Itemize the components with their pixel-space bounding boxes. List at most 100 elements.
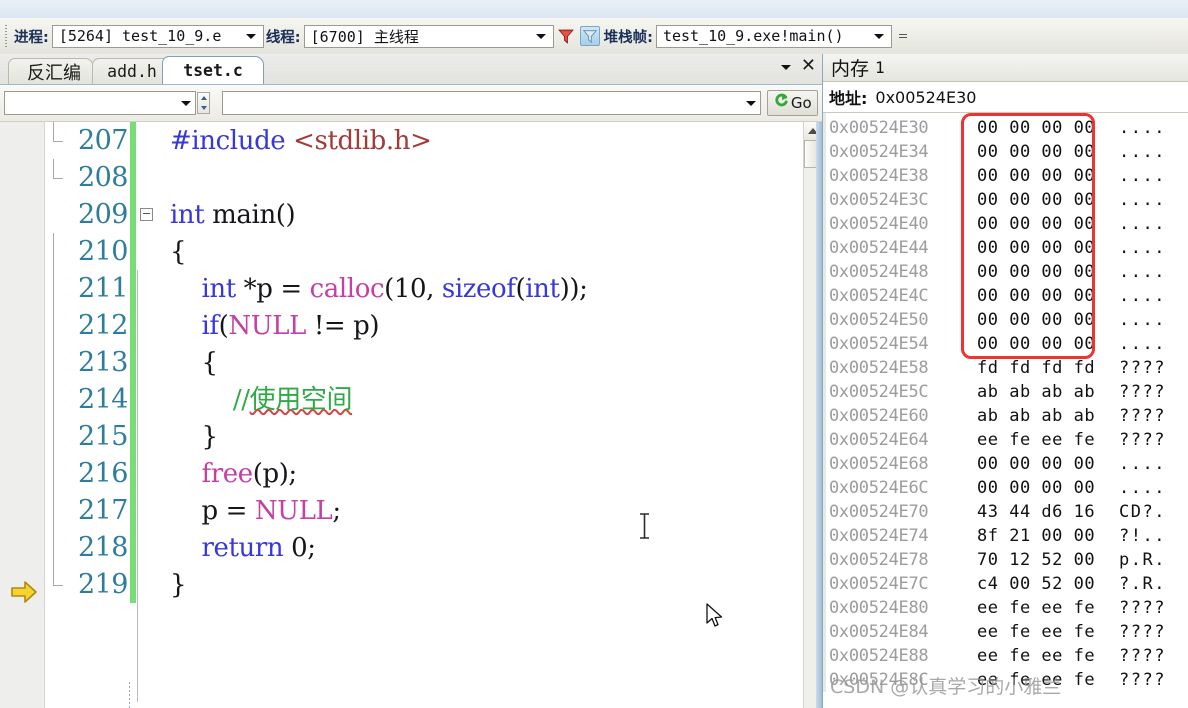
stackframe-label: 堆栈帧: bbox=[603, 29, 653, 46]
memory-ascii: .... bbox=[1119, 190, 1166, 210]
memory-row[interactable]: 0x00524E88 ee fe ee fe???? bbox=[823, 644, 1188, 668]
memory-address: 0x00524E84 bbox=[829, 622, 929, 642]
memory-row[interactable]: 0x00524E30 00 00 00 00.... bbox=[823, 116, 1188, 140]
memory-address: 0x00524E5C bbox=[829, 382, 929, 402]
memory-bytes: 43 44 d6 16 bbox=[977, 502, 1096, 522]
line-number: 210 bbox=[77, 236, 129, 267]
thread-combobox[interactable]: [6700] 主线程 bbox=[303, 24, 554, 48]
memory-bytes: 00 00 00 00 bbox=[977, 214, 1096, 234]
code-line[interactable]: 216 free(p); bbox=[44, 455, 790, 492]
code-line[interactable]: 213 { bbox=[44, 344, 790, 381]
memory-row[interactable]: 0x00524E84 ee fe ee fe???? bbox=[823, 620, 1188, 644]
change-bar bbox=[130, 159, 136, 196]
funnel-red-icon[interactable] bbox=[556, 26, 576, 46]
memory-address: 0x00524E70 bbox=[829, 502, 929, 522]
memory-bytes: 00 00 00 00 bbox=[977, 454, 1096, 474]
memory-ascii: .... bbox=[1119, 334, 1166, 354]
memory-ascii: .... bbox=[1119, 238, 1166, 258]
code-line[interactable]: 210 { bbox=[44, 233, 790, 270]
member-dropdown-arrow[interactable] bbox=[742, 100, 760, 106]
memory-row[interactable]: 0x00524E70 43 44 d6 16 CD?. bbox=[823, 500, 1188, 524]
memory-row[interactable]: 0x00524E50 00 00 00 00.... bbox=[823, 308, 1188, 332]
tab-tset-c[interactable]: tset.c bbox=[162, 56, 264, 84]
member-combobox[interactable] bbox=[222, 91, 761, 115]
scope-combobox[interactable] bbox=[4, 91, 196, 115]
change-bar bbox=[130, 492, 136, 529]
chevron-down-icon[interactable] bbox=[780, 57, 791, 75]
memory-address: 0x00524E6C bbox=[829, 478, 929, 498]
memory-ascii: .... bbox=[1119, 166, 1166, 186]
memory-row[interactable]: 0x00524E60 ab ab ab ab???? bbox=[823, 404, 1188, 428]
memory-row[interactable]: 0x00524E4C 00 00 00 00.... bbox=[823, 284, 1188, 308]
memory-address: 0x00524E38 bbox=[829, 166, 929, 186]
memory-row[interactable]: 0x00524E58 fd fd fd fd???? bbox=[823, 356, 1188, 380]
toolbar-gripper[interactable] bbox=[3, 25, 10, 47]
memory-row[interactable]: 0x00524E64 ee fe ee fe???? bbox=[823, 428, 1188, 452]
code-line[interactable]: 214 //使用空间 bbox=[44, 381, 790, 418]
memory-row[interactable]: 0x00524E80 ee fe ee fe???? bbox=[823, 596, 1188, 620]
memory-row[interactable]: 0x00524E8C ee fe ee fe???? bbox=[823, 668, 1188, 692]
toolbar-overflow-icon[interactable] bbox=[898, 34, 908, 38]
code-line[interactable]: 212 if(NULL != p) bbox=[44, 307, 790, 344]
memory-row[interactable]: 0x00524E48 00 00 00 00.... bbox=[823, 260, 1188, 284]
scope-dropdown-arrow[interactable] bbox=[177, 100, 195, 106]
memory-bytes: 00 00 00 00 bbox=[977, 190, 1096, 210]
stackframe-dropdown-arrow[interactable] bbox=[871, 26, 887, 47]
spinner-down-icon[interactable] bbox=[198, 103, 210, 113]
memory-row[interactable]: 0x00524E3C 00 00 00 00.... bbox=[823, 188, 1188, 212]
code-line[interactable]: 215 } bbox=[44, 418, 790, 455]
memory-row[interactable]: 0x00524E54 00 00 00 00.... bbox=[823, 332, 1188, 356]
change-bar bbox=[130, 566, 136, 603]
memory-row[interactable]: 0x00524E68 00 00 00 00.... bbox=[823, 452, 1188, 476]
code-editor[interactable]: 207 #include <stdlib.h> 208 209 int main() 21… bbox=[0, 122, 822, 708]
change-bar bbox=[130, 233, 136, 270]
memory-row[interactable]: 0x00524E7C c4 00 52 00 ?.R. bbox=[823, 572, 1188, 596]
memory-address-bar[interactable]: 地址: 0x00524E30 bbox=[823, 82, 1188, 113]
memory-row[interactable]: 0x00524E74 8f 21 00 00?!.. bbox=[823, 524, 1188, 548]
memory-row[interactable]: 0x00524E44 00 00 00 00.... bbox=[823, 236, 1188, 260]
stackframe-combobox[interactable]: test_10_9.exe!main() bbox=[655, 24, 892, 48]
code-line[interactable]: 217 p = NULL; bbox=[44, 492, 790, 529]
memory-ascii: .... bbox=[1119, 214, 1166, 234]
spinner-up-icon[interactable] bbox=[198, 93, 210, 103]
memory-row[interactable]: 0x00524E78 70 12 52 00 p.R. bbox=[823, 548, 1188, 572]
code-line[interactable]: 218 return 0; bbox=[44, 529, 790, 566]
fold-indicator[interactable] bbox=[136, 208, 156, 221]
memory-panel: 内存 1 地址: 0x00524E30 0x00524E30 00 00 00 0… bbox=[822, 54, 1188, 708]
process-combobox[interactable]: [5264] test_10_9.e bbox=[51, 24, 264, 48]
memory-row[interactable]: 0x00524E5C ab ab ab ab???? bbox=[823, 380, 1188, 404]
memory-ascii: ???? bbox=[1119, 646, 1166, 666]
code-line[interactable]: 208 bbox=[44, 159, 790, 196]
memory-address: 0x00524E3C bbox=[829, 190, 929, 210]
breakpoint-margin[interactable] bbox=[0, 122, 45, 708]
memory-row[interactable]: 0x00524E6C 00 00 00 00.... bbox=[823, 476, 1188, 500]
address-input[interactable]: 0x00524E30 bbox=[875, 88, 976, 107]
close-icon[interactable]: ✕ bbox=[801, 57, 816, 75]
memory-rows: 0x00524E30 00 00 00 00.... 0x00524E34 00 00… bbox=[823, 113, 1188, 692]
memory-row[interactable]: 0x00524E40 00 00 00 00.... bbox=[823, 212, 1188, 236]
memory-ascii: ???? bbox=[1119, 670, 1166, 690]
memory-address: 0x00524E40 bbox=[829, 214, 929, 234]
line-number: 218 bbox=[77, 532, 129, 563]
process-dropdown-arrow[interactable] bbox=[243, 26, 259, 47]
code-line[interactable]: 219} bbox=[44, 566, 790, 603]
go-button[interactable]: Go bbox=[766, 90, 818, 116]
memory-address: 0x00524E34 bbox=[829, 142, 929, 162]
code-text: int main() bbox=[170, 199, 296, 230]
thread-dropdown-arrow[interactable] bbox=[533, 26, 549, 47]
memory-row[interactable]: 0x00524E34 00 00 00 00.... bbox=[823, 140, 1188, 164]
tab-disassembly[interactable]: 反汇编 bbox=[8, 58, 94, 84]
memory-row[interactable]: 0x00524E38 00 00 00 00.... bbox=[823, 164, 1188, 188]
go-refresh-icon bbox=[773, 92, 790, 114]
code-line[interactable]: 211 int *p = calloc(10, sizeof(int)); bbox=[44, 270, 790, 307]
memory-bytes: 8f 21 00 00 bbox=[977, 526, 1096, 546]
funnel-blue-icon[interactable] bbox=[579, 26, 600, 46]
scope-spinner[interactable] bbox=[196, 92, 211, 114]
memory-bytes: fd fd fd fd bbox=[977, 358, 1096, 378]
code-line[interactable]: 207 #include <stdlib.h> bbox=[44, 122, 790, 159]
memory-address: 0x00524E88 bbox=[829, 646, 929, 666]
code-line[interactable]: 209 int main() bbox=[44, 196, 790, 233]
execution-pointer-icon bbox=[10, 579, 38, 605]
tab-add-h[interactable]: add.h bbox=[92, 58, 172, 84]
memory-ascii: .... bbox=[1119, 118, 1166, 138]
